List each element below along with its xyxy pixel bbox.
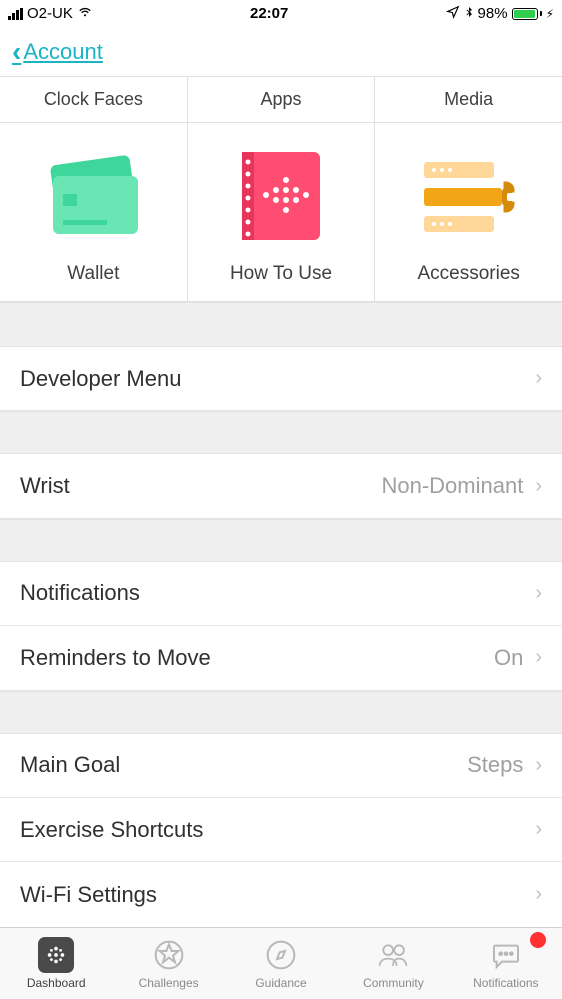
category-row: Clock Faces Apps Media bbox=[0, 76, 562, 123]
row-value: On bbox=[494, 645, 523, 671]
row-value: Non-Dominant bbox=[381, 473, 523, 499]
signal-icon bbox=[8, 8, 23, 20]
back-label: Account bbox=[23, 39, 103, 65]
section-spacer bbox=[0, 411, 562, 454]
tile-label: Accessories bbox=[375, 263, 562, 285]
wifi-icon bbox=[77, 4, 93, 24]
tile-label: Wallet bbox=[0, 263, 187, 285]
tab-bar: Dashboard Challenges Guidance bbox=[0, 927, 562, 999]
bluetooth-icon bbox=[464, 5, 474, 23]
chevron-right-icon: › bbox=[535, 475, 542, 498]
chevron-right-icon: › bbox=[535, 754, 542, 777]
location-icon bbox=[446, 5, 460, 23]
row-wifi-settings[interactable]: Wi-Fi Settings › bbox=[0, 862, 562, 926]
category-apps[interactable]: Apps bbox=[187, 77, 375, 122]
row-notifications[interactable]: Notifications › bbox=[0, 562, 562, 626]
row-label: Wi-Fi Settings bbox=[20, 882, 157, 908]
row-value: Steps bbox=[467, 752, 523, 778]
chevron-right-icon: › bbox=[535, 582, 542, 605]
row-label: Developer Menu bbox=[20, 366, 181, 392]
section-spacer bbox=[0, 302, 562, 347]
tile-row: Wallet bbox=[0, 123, 562, 302]
carrier-label: O2-UK bbox=[27, 5, 73, 22]
notifications-icon bbox=[490, 937, 522, 973]
guidance-icon bbox=[265, 937, 297, 973]
tile-label: How To Use bbox=[188, 263, 375, 285]
chevron-left-icon: ‹ bbox=[12, 36, 21, 68]
tab-dashboard[interactable]: Dashboard bbox=[0, 928, 112, 999]
tab-community[interactable]: Community bbox=[337, 928, 449, 999]
row-exercise-shortcuts[interactable]: Exercise Shortcuts › bbox=[0, 798, 562, 862]
back-button[interactable]: ‹ Account bbox=[12, 36, 103, 68]
row-main-goal[interactable]: Main Goal Steps › bbox=[0, 734, 562, 798]
challenges-icon bbox=[153, 937, 185, 973]
chevron-right-icon: › bbox=[535, 646, 542, 669]
status-right: 98% ⚡︎ bbox=[446, 5, 554, 23]
status-time: 22:07 bbox=[250, 5, 288, 22]
chevron-right-icon: › bbox=[535, 818, 542, 841]
category-media[interactable]: Media bbox=[374, 77, 562, 122]
row-label: Notifications bbox=[20, 580, 140, 606]
row-label: Reminders to Move bbox=[20, 645, 211, 671]
category-clock-faces[interactable]: Clock Faces bbox=[0, 77, 187, 122]
section-spacer bbox=[0, 691, 562, 734]
tab-notifications[interactable]: Notifications bbox=[450, 928, 562, 999]
notification-badge bbox=[530, 932, 546, 948]
tab-label: Dashboard bbox=[27, 976, 86, 990]
row-label: Exercise Shortcuts bbox=[20, 817, 203, 843]
tab-label: Challenges bbox=[139, 976, 199, 990]
accessories-icon bbox=[375, 143, 562, 249]
row-wrist[interactable]: Wrist Non-Dominant › bbox=[0, 454, 562, 518]
how-to-use-icon bbox=[188, 143, 375, 249]
tab-label: Guidance bbox=[255, 976, 306, 990]
chevron-right-icon: › bbox=[535, 367, 542, 390]
dashboard-icon bbox=[38, 937, 74, 973]
charging-icon: ⚡︎ bbox=[546, 7, 554, 21]
section-spacer bbox=[0, 519, 562, 562]
row-reminders[interactable]: Reminders to Move On › bbox=[0, 626, 562, 690]
battery-percent: 98% bbox=[478, 5, 508, 22]
row-developer-menu[interactable]: Developer Menu › bbox=[0, 347, 562, 411]
status-left: O2-UK bbox=[8, 4, 93, 24]
tab-label: Notifications bbox=[473, 976, 538, 990]
tile-accessories[interactable]: Accessories bbox=[374, 123, 562, 301]
row-label: Main Goal bbox=[20, 752, 120, 778]
community-icon bbox=[376, 937, 410, 973]
tile-how-to-use[interactable]: How To Use bbox=[187, 123, 375, 301]
nav-header: ‹ Account bbox=[0, 27, 562, 76]
chevron-right-icon: › bbox=[535, 883, 542, 906]
tile-wallet[interactable]: Wallet bbox=[0, 123, 187, 301]
battery-icon bbox=[512, 8, 542, 20]
status-bar: O2-UK 22:07 98% ⚡︎ bbox=[0, 0, 562, 27]
tab-guidance[interactable]: Guidance bbox=[225, 928, 337, 999]
row-label: Wrist bbox=[20, 473, 70, 499]
tab-label: Community bbox=[363, 976, 424, 990]
tab-challenges[interactable]: Challenges bbox=[112, 928, 224, 999]
wallet-icon bbox=[0, 143, 187, 249]
